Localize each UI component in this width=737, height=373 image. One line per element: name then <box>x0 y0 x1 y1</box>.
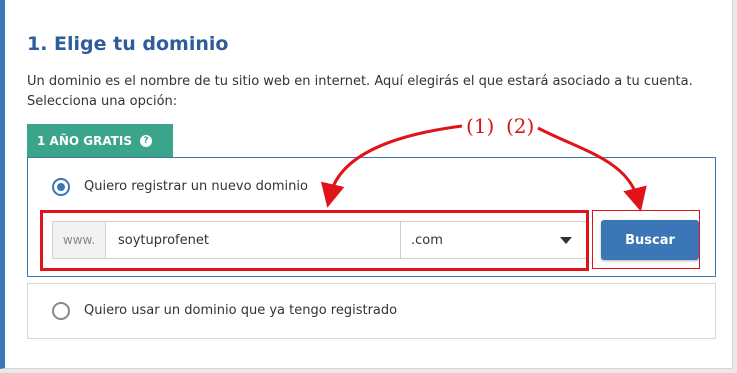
option-existing-domain[interactable]: Quiero usar un dominio que ya tengo regi… <box>27 283 716 339</box>
search-button[interactable]: Buscar <box>601 220 699 260</box>
domain-name-input[interactable] <box>106 222 401 258</box>
radio-existing-domain[interactable] <box>52 302 70 320</box>
free-year-badge: 1 AÑO GRATIS ? <box>27 124 173 157</box>
option-new-domain-label[interactable]: Quiero registrar un nuevo dominio <box>84 179 308 194</box>
option-existing-domain-label[interactable]: Quiero usar un dominio que ya tengo regi… <box>84 303 397 318</box>
tld-select[interactable]: .com <box>401 222 586 258</box>
domain-input-group: www. .com <box>52 221 587 259</box>
section-description: Un dominio es el nombre de tu sitio web … <box>27 74 693 109</box>
chevron-down-icon <box>560 236 572 244</box>
section-title: 1. Elige tu dominio <box>27 33 229 55</box>
badge-label: 1 AÑO GRATIS <box>37 133 132 148</box>
tld-selected-value: .com <box>411 232 443 248</box>
radio-new-domain[interactable] <box>52 178 70 196</box>
www-prefix: www. <box>53 222 106 258</box>
annotation-label-2: (2) <box>506 114 535 138</box>
annotation-label-1: (1) <box>466 114 495 138</box>
option-new-domain[interactable]: Quiero registrar un nuevo dominio www. .… <box>27 157 716 277</box>
domain-card: 1. Elige tu dominio Un dominio es el nom… <box>0 0 733 369</box>
question-circle-icon[interactable]: ? <box>139 134 152 147</box>
